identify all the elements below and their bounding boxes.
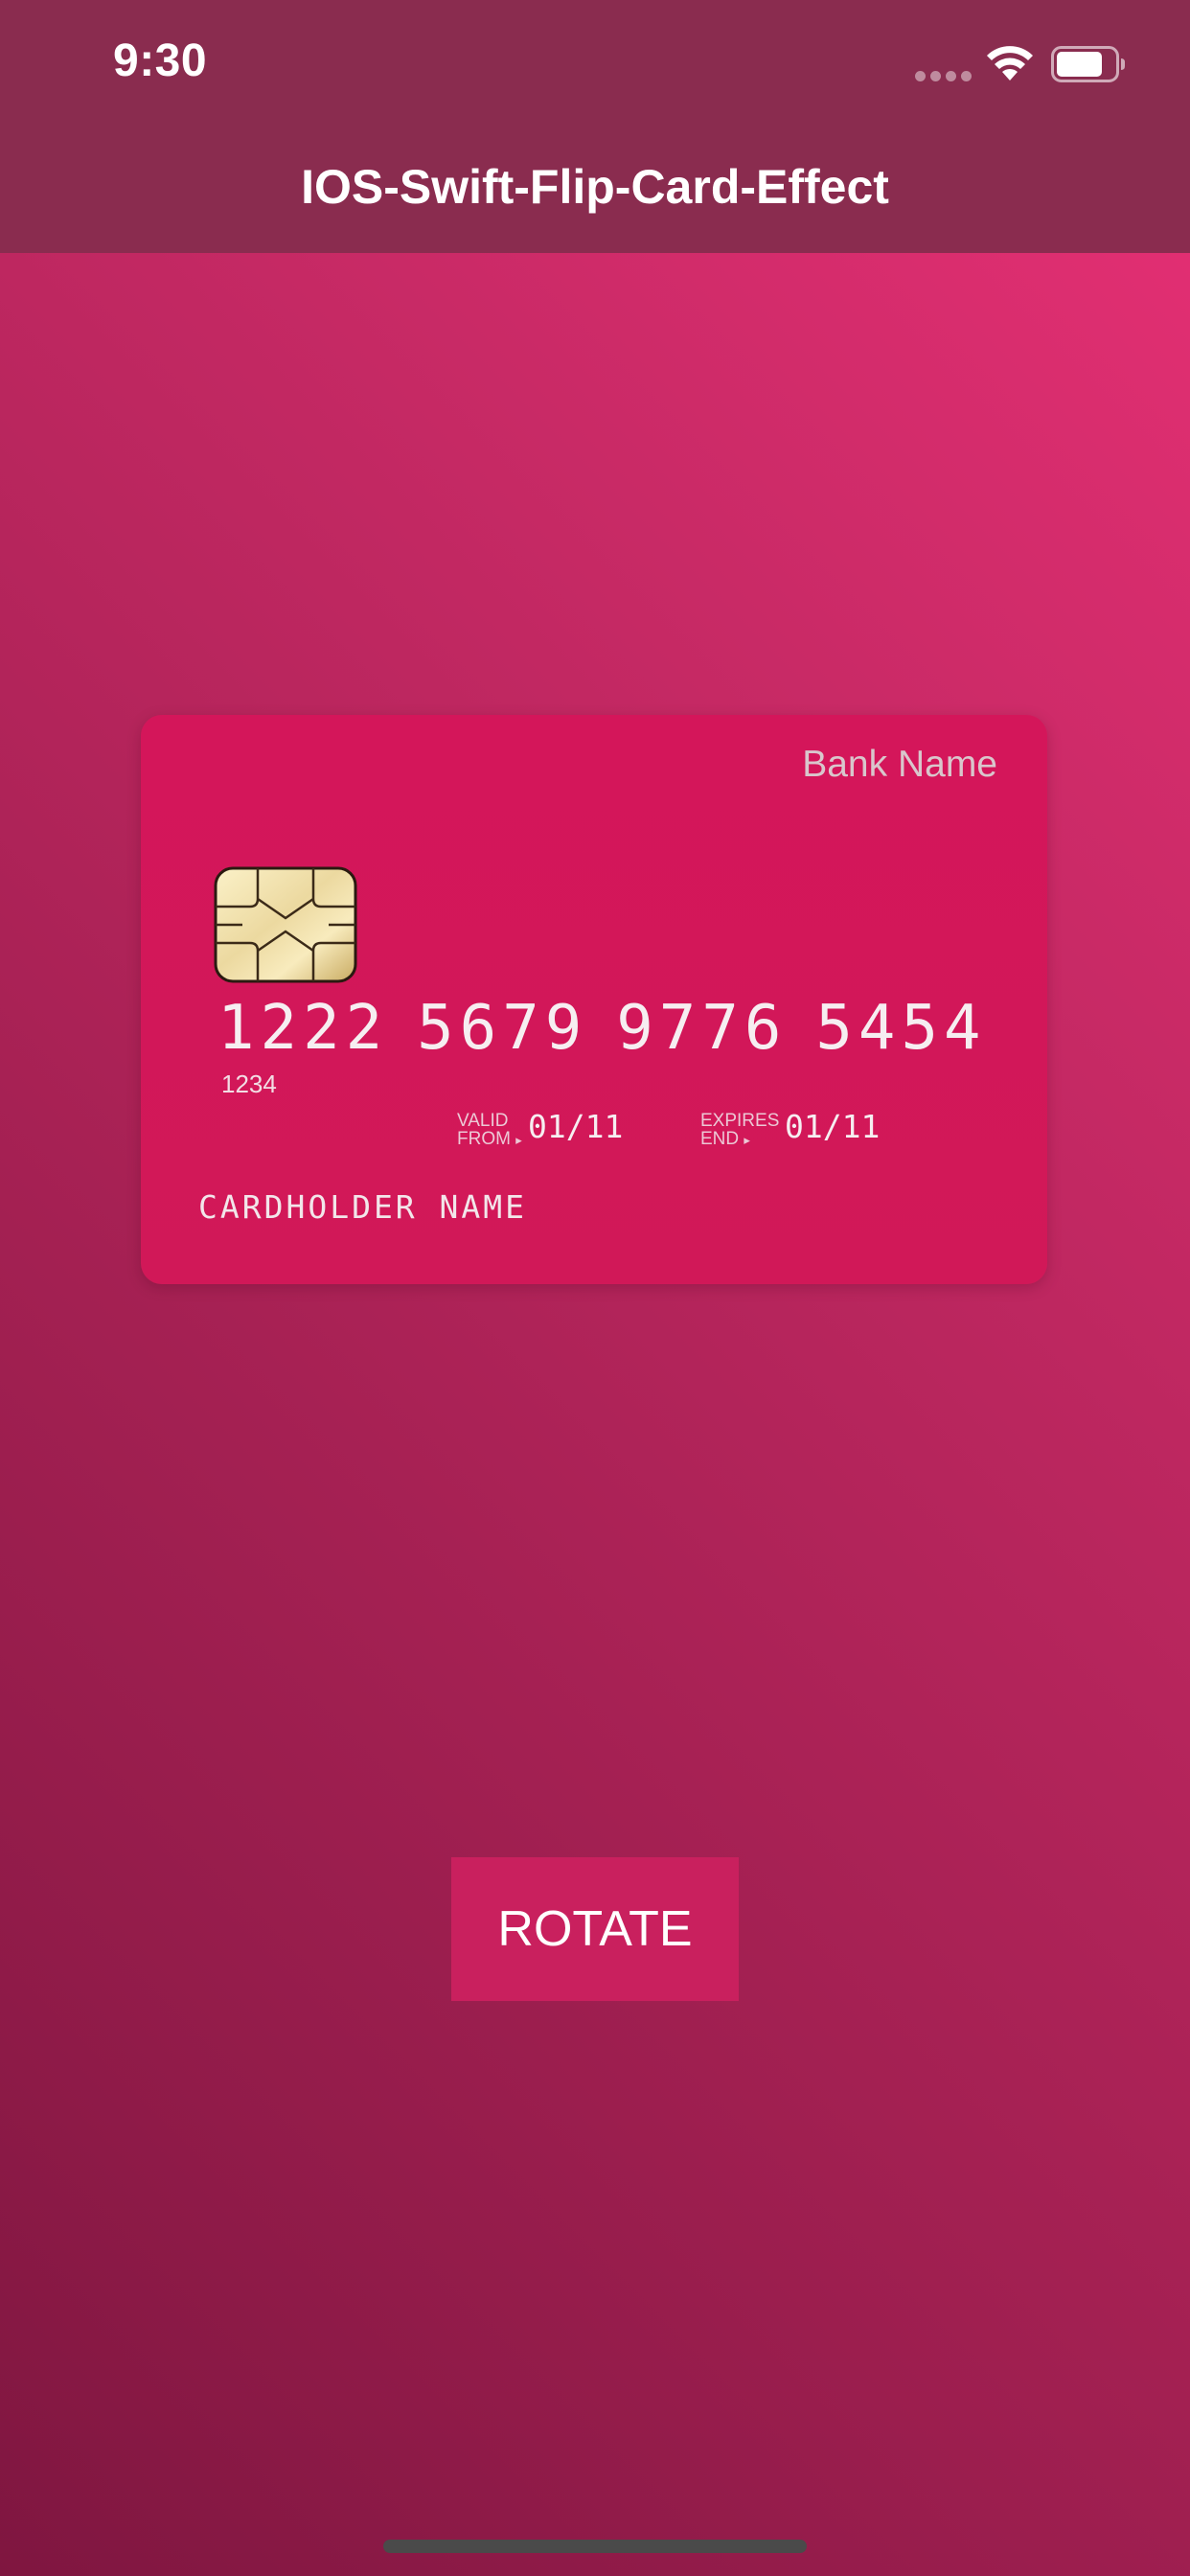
status-time: 9:30 bbox=[113, 35, 208, 86]
battery-icon bbox=[1051, 46, 1125, 82]
card-chip-icon bbox=[214, 866, 357, 983]
card-number-group: 9776 bbox=[616, 993, 788, 1064]
home-indicator[interactable] bbox=[383, 2540, 807, 2553]
valid-from-label-text: FROM bbox=[457, 1129, 511, 1149]
valid-from-label-line2: FROM ▸ bbox=[457, 1130, 522, 1149]
valid-from-value: 01/11 bbox=[528, 1108, 624, 1145]
expires-label-line1: EXPIRES bbox=[700, 1111, 780, 1131]
expires-value: 01/11 bbox=[785, 1108, 881, 1145]
card-number: 1222 5679 9776 5454 bbox=[217, 993, 1041, 1064]
arrow-right-icon: ▸ bbox=[744, 1133, 750, 1147]
cardholder-name: CARDHOLDER NAME bbox=[198, 1188, 528, 1226]
arrow-right-icon: ▸ bbox=[515, 1133, 522, 1147]
rotate-button[interactable]: ROTATE bbox=[451, 1857, 739, 2001]
expires-label: EXPIRES END ▸ bbox=[700, 1112, 779, 1149]
cellular-signal-icon bbox=[915, 71, 973, 82]
expires-label-line2: END ▸ bbox=[700, 1130, 779, 1149]
card-number-group: 5679 bbox=[417, 993, 588, 1064]
bank-name: Bank Name bbox=[802, 744, 997, 785]
card-sub-number: 1234 bbox=[221, 1070, 277, 1098]
wifi-icon bbox=[987, 46, 1033, 80]
page-title: IOS-Swift-Flip-Card-Effect bbox=[301, 160, 889, 214]
valid-from-label: VALID FROM ▸ bbox=[457, 1112, 522, 1149]
expires-label-text: END bbox=[700, 1129, 740, 1149]
navigation-bar: 9:30 IOS-Swift-Flip-Card-Effect bbox=[0, 0, 1190, 253]
credit-card[interactable]: Bank Name 1222 5679 9776 5454 1234 VALID… bbox=[141, 715, 1047, 1284]
screen: 9:30 IOS-Swift-Flip-Card-Effect Bank Nam… bbox=[0, 0, 1190, 2576]
valid-from-label-line1: VALID bbox=[457, 1111, 509, 1131]
card-number-group: 5454 bbox=[815, 993, 987, 1064]
card-number-group: 1222 bbox=[217, 993, 389, 1064]
